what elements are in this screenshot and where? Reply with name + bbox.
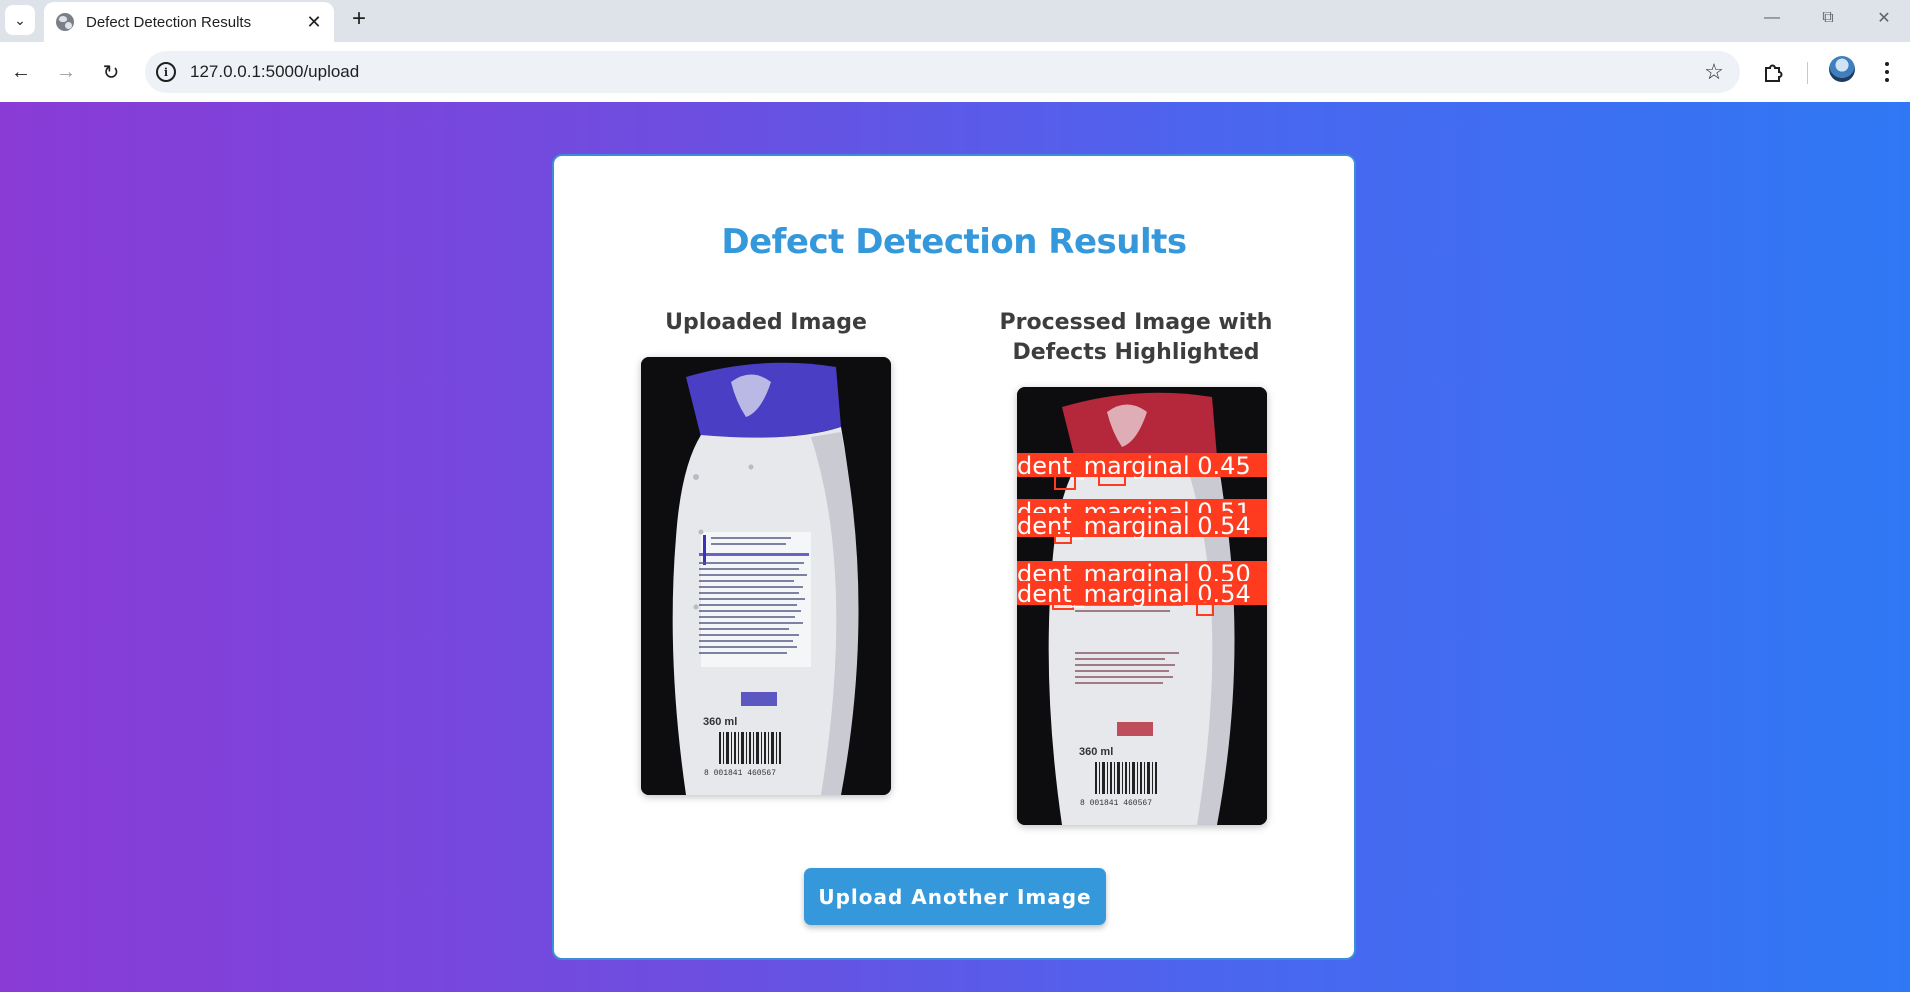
address-bar[interactable]: i 127.0.0.1:5000/upload ☆ xyxy=(145,51,1740,93)
extensions-icon[interactable] xyxy=(1755,54,1791,90)
uploaded-image: 360 ml 8 001841 460567 xyxy=(641,357,891,795)
tab-title: Defect Detection Results xyxy=(86,13,252,31)
arrow-left-icon: ← xyxy=(11,60,31,83)
arrow-right-icon: → xyxy=(56,60,76,83)
results-card: Defect Detection Results Uploaded Image … xyxy=(552,154,1356,960)
page-title: Defect Detection Results xyxy=(721,222,1187,262)
tab-search-button[interactable]: ⌄ xyxy=(5,5,35,35)
new-tab-button[interactable]: + xyxy=(344,4,374,34)
browser-toolbar: ← → ↻ i 127.0.0.1:5000/upload ☆ xyxy=(0,42,1910,102)
detection-label: dent_marginal 0.45 xyxy=(1017,452,1251,480)
profile-avatar[interactable] xyxy=(1829,56,1855,82)
browser-tab-strip: ⌄ Defect Detection Results ✕ + — ⧉ ✕ xyxy=(0,0,1910,42)
reload-icon: ↻ xyxy=(102,61,120,84)
back-button[interactable]: ← xyxy=(3,54,39,90)
url-text[interactable]: 127.0.0.1:5000/upload xyxy=(190,62,1694,82)
info-icon[interactable]: i xyxy=(156,62,176,82)
page-viewport: Defect Detection Results Uploaded Image … xyxy=(0,102,1910,992)
uploaded-image-heading: Uploaded Image xyxy=(665,310,867,335)
volume-label: 360 ml xyxy=(703,716,737,728)
barcode-number: 8 001841 460567 xyxy=(704,769,776,778)
bookmark-star-icon[interactable]: ☆ xyxy=(1694,52,1734,92)
processed-image: 360 ml 8 001841 460567 dent_marginal 0.4… xyxy=(1017,387,1267,825)
reload-button[interactable]: ↻ xyxy=(93,54,129,90)
upload-another-image-button[interactable]: Upload Another Image xyxy=(804,868,1106,925)
browser-tab-active[interactable]: Defect Detection Results ✕ xyxy=(44,2,334,42)
close-icon[interactable]: ✕ xyxy=(302,10,326,34)
restore-button[interactable]: ⧉ xyxy=(1800,0,1856,36)
chevron-down-icon: ⌄ xyxy=(14,11,26,28)
forward-button[interactable]: → xyxy=(48,54,84,90)
minimize-button[interactable]: — xyxy=(1744,0,1800,36)
detection-label: dent_marginal 0.54 xyxy=(1017,512,1251,540)
window-close-button[interactable]: ✕ xyxy=(1856,0,1910,36)
volume-label: 360 ml xyxy=(1079,746,1113,758)
detection-label: dent_marginal 0.54 xyxy=(1017,580,1251,608)
globe-icon xyxy=(56,13,74,31)
processed-image-heading: Processed Image with Defects Highlighted xyxy=(999,310,1273,365)
bottle-cap xyxy=(686,362,841,439)
more-options-icon[interactable] xyxy=(1872,54,1902,90)
toolbar-divider xyxy=(1807,62,1808,84)
barcode-number: 8 001841 460567 xyxy=(1080,799,1152,808)
